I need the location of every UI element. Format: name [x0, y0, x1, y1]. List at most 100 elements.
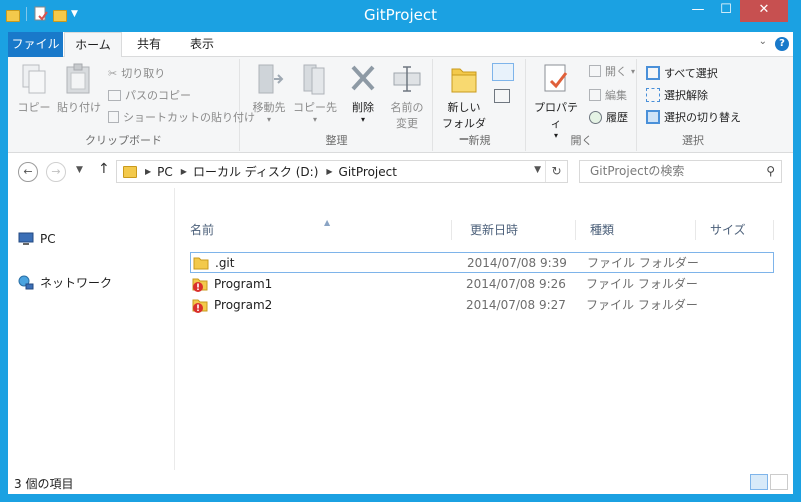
column-header-type[interactable]: 種類	[576, 220, 696, 240]
address-dropdown-icon[interactable]: ▼	[534, 165, 541, 175]
delete-button[interactable]: 削除 ▾	[345, 63, 381, 124]
move-to-button[interactable]: 移動先 ▾	[249, 63, 289, 124]
copy-icon	[22, 64, 46, 94]
breadcrumb-folder[interactable]: GitProject	[339, 165, 397, 179]
cut-button[interactable]: ✂ 切り取り	[108, 65, 165, 81]
nav-item-pc[interactable]: PC	[18, 232, 56, 246]
select-all-label: すべて選択	[664, 67, 718, 80]
rename-icon	[393, 66, 421, 92]
history-icon	[589, 110, 602, 124]
move-to-label: 移動先	[252, 101, 286, 114]
table-row[interactable]: .git 2014/07/08 9:39 ファイル フォルダー	[190, 252, 774, 273]
search-input[interactable]: GitProjectの検索 ⚲	[579, 160, 782, 183]
column-header-size[interactable]: サイズ	[696, 220, 774, 240]
details-view-icon[interactable]	[750, 474, 768, 490]
easy-access-button[interactable]	[494, 89, 510, 103]
chevron-right-icon[interactable]: ▶	[145, 167, 151, 176]
nav-item-label: ネットワーク	[40, 276, 113, 290]
copy-to-button[interactable]: コピー先 ▾	[293, 63, 337, 124]
chevron-right-icon[interactable]: ▶	[326, 167, 332, 176]
minimize-button[interactable]: —	[684, 0, 712, 22]
rename-label-line2: 変更	[396, 117, 418, 130]
delete-label: 削除	[352, 101, 374, 114]
rename-button[interactable]: 名前の 変更	[387, 63, 427, 131]
large-icons-view-icon[interactable]	[770, 474, 788, 490]
paste-label: 貼り付け	[57, 101, 101, 114]
table-row[interactable]: Program1 2014/07/08 9:26 ファイル フォルダー	[190, 273, 774, 294]
refresh-icon[interactable]: ↻	[545, 161, 567, 182]
address-bar[interactable]: ▶ PC ▶ ローカル ディスク (D:) ▶ GitProject ▼ ↻	[116, 160, 568, 183]
nav-item-label: PC	[40, 232, 56, 246]
copy-path-button[interactable]: パスのコピー	[108, 87, 191, 103]
back-button[interactable]: ←	[18, 162, 38, 182]
open-group: プロパティ ▾ 開く ▾ 編集 履歴 開く	[527, 59, 637, 151]
select-group: すべて選択 選択解除 選択の切り替え 選択	[638, 59, 748, 151]
select-all-icon	[646, 66, 660, 80]
file-name: Program2	[214, 297, 273, 312]
breadcrumb-drive[interactable]: ローカル ディスク (D:)	[193, 163, 318, 180]
nav-item-network[interactable]: ネットワーク	[18, 274, 112, 291]
file-type: ファイル フォルダー	[586, 298, 698, 312]
chevron-down-icon: ▾	[631, 66, 636, 76]
close-button[interactable]: ✕	[740, 0, 788, 22]
tab-home[interactable]: ホーム	[64, 32, 122, 58]
file-date: 2014/07/08 9:26	[466, 276, 566, 291]
paste-icon	[66, 63, 90, 94]
open-button[interactable]: 開く ▾	[589, 63, 635, 79]
edit-button[interactable]: 編集	[589, 87, 627, 103]
help-icon[interactable]: ?	[775, 37, 789, 51]
new-folder-label-line1: 新しい	[447, 101, 481, 114]
maximize-button[interactable]: ☐	[712, 0, 740, 22]
select-none-button[interactable]: 選択解除	[646, 87, 708, 103]
new-item-button[interactable]	[492, 63, 514, 81]
new-group-label: 新規	[468, 134, 491, 147]
forward-button[interactable]: →	[46, 162, 66, 182]
file-list: ▲ 名前 更新日時 種類 サイズ .git 2014/07/08 9:39 ファ…	[176, 188, 793, 470]
edit-label: 編集	[605, 89, 627, 102]
history-button[interactable]: 履歴	[589, 109, 628, 125]
chevron-down-icon: ▾	[266, 115, 271, 124]
column-header-name[interactable]: 名前	[176, 220, 452, 240]
paste-button[interactable]: 貼り付け	[54, 63, 104, 115]
properties-label: プロパティ	[534, 101, 578, 130]
folder-warning-icon	[192, 299, 208, 313]
computer-icon	[18, 232, 34, 245]
copy-path-icon	[108, 89, 121, 101]
copy-label: コピー	[17, 101, 51, 114]
chevron-down-icon: ▾	[360, 115, 365, 124]
chevron-down-icon: ▾	[312, 115, 317, 124]
clipboard-group-label: クリップボード	[85, 134, 162, 147]
invert-selection-button[interactable]: 選択の切り替え	[646, 109, 741, 125]
paste-shortcut-button[interactable]: ショートカットの貼り付け	[108, 109, 255, 125]
organize-group-label: 整理	[325, 134, 348, 147]
up-arrow-icon[interactable]: ↑	[98, 161, 110, 177]
status-bar: 3 個の項目	[8, 470, 793, 494]
copy-to-icon	[303, 64, 325, 95]
tab-view[interactable]: 表示	[176, 32, 228, 57]
history-label: 履歴	[606, 111, 628, 124]
edit-icon	[589, 89, 601, 101]
window-body: ファイル ホーム 共有 表示 ⌄ ? コピー 貼り付け ✂ 切り取り パスのコピ…	[8, 32, 793, 494]
file-date: 2014/07/08 9:39	[467, 255, 567, 270]
ribbon: コピー 貼り付け ✂ 切り取り パスのコピー ショートカットの貼り付け クリップ…	[8, 57, 793, 153]
select-none-icon	[646, 88, 660, 102]
chevron-down-icon[interactable]: ⌄	[759, 36, 767, 47]
new-item-icon	[492, 63, 514, 81]
tab-file[interactable]: ファイル	[8, 32, 63, 57]
chevron-right-icon[interactable]: ▶	[181, 167, 187, 176]
tab-share[interactable]: 共有	[122, 32, 176, 57]
organize-group: 移動先 ▾ コピー先 ▾ 削除 ▾ 名前の 変更 整理	[241, 59, 433, 151]
item-count: 3 個の項目	[14, 477, 74, 491]
column-header-date[interactable]: 更新日時	[456, 220, 576, 240]
select-none-label: 選択解除	[664, 89, 708, 102]
search-icon[interactable]: ⚲	[766, 161, 775, 182]
copy-button[interactable]: コピー	[14, 63, 54, 115]
recent-locations-icon[interactable]: ▼	[76, 165, 83, 175]
properties-button[interactable]: プロパティ ▾	[531, 63, 581, 140]
clipboard-group: コピー 貼り付け ✂ 切り取り パスのコピー ショートカットの貼り付け クリップ…	[8, 59, 255, 151]
breadcrumb-pc[interactable]: PC	[157, 165, 173, 179]
select-group-label: 選択	[682, 134, 704, 147]
table-row[interactable]: Program2 2014/07/08 9:27 ファイル フォルダー	[190, 294, 774, 315]
select-all-button[interactable]: すべて選択	[646, 65, 718, 81]
title-bar: ▼ GitProject — ☐ ✕	[0, 0, 801, 32]
